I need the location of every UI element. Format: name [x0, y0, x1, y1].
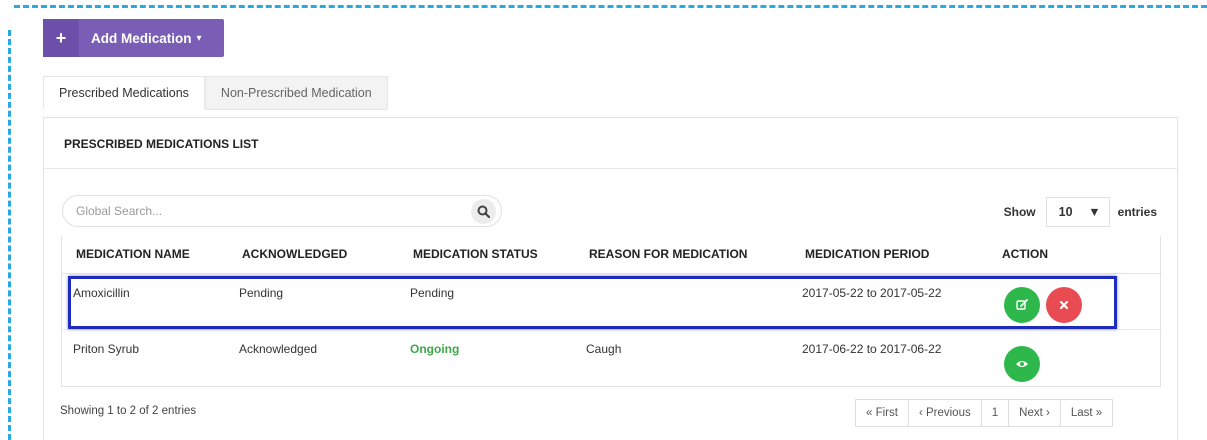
delete-icon	[1060, 300, 1069, 309]
delete-button[interactable]	[1046, 286, 1083, 323]
view-icon	[1016, 360, 1028, 367]
cell-acknowledged: Pending	[228, 273, 399, 330]
view-button[interactable]	[1004, 345, 1040, 382]
header-acknowledged[interactable]: ACKNOWLEDGED	[228, 236, 399, 274]
dashed-frame-top	[14, 5, 1207, 8]
header-medication-name[interactable]: MEDICATION NAME	[62, 236, 228, 274]
cell-actions	[988, 273, 1162, 330]
table-info: Showing 1 to 2 of 2 entries	[60, 405, 197, 417]
header-reason[interactable]: REASON FOR MEDICATION	[575, 236, 791, 274]
header-action: ACTION	[988, 236, 1162, 274]
cell-status: Pending	[399, 273, 575, 330]
select-arrow-icon: ▼	[1088, 205, 1101, 219]
cell-status: Ongoing	[410, 341, 460, 356]
cell-medication-name: Priton Syrub	[73, 341, 140, 356]
entries-length-control: Show 10 ▼ entries	[1004, 197, 1157, 227]
medications-table: MEDICATION NAME ACKNOWLEDGED MEDICATION …	[61, 236, 1162, 387]
table-row: Priton Syrub Acknowledged Ongoing Caugh …	[62, 329, 1162, 386]
tab-prescribed-medications[interactable]: Prescribed Medications	[43, 76, 205, 110]
cell-period: 2017-05-22 to 2017-05-22	[791, 273, 988, 330]
header-medication-period[interactable]: MEDICATION PERIOD	[791, 236, 988, 274]
dashed-frame-left	[8, 30, 11, 440]
table-row: Amoxicillin Pending Pending 2017-05-22 t…	[62, 273, 1162, 330]
edit-icon	[1016, 298, 1028, 310]
page-number-button[interactable]: 1	[980, 399, 1010, 427]
add-medication-label: Add Medication	[91, 30, 192, 46]
entries-label: entries	[1117, 205, 1157, 219]
cell-reason	[575, 273, 791, 330]
page-last-button[interactable]: Last »	[1059, 399, 1114, 427]
header-medication-status[interactable]: MEDICATION STATUS	[399, 236, 575, 274]
search-icon[interactable]	[471, 199, 496, 224]
edit-button[interactable]	[1004, 286, 1040, 323]
panel-title: PRESCRIBED MEDICATIONS LIST	[44, 118, 1177, 169]
entries-select[interactable]: 10 ▼	[1045, 197, 1110, 227]
cell-reason: Caugh	[586, 341, 622, 356]
page-previous-button[interactable]: ‹ Previous	[907, 399, 982, 427]
prescribed-medications-panel: PRESCRIBED MEDICATIONS LIST Show 10 ▼ en…	[43, 117, 1178, 440]
entries-value: 10	[1058, 205, 1073, 219]
pagination: « First ‹ Previous 1 Next › Last »	[855, 399, 1114, 427]
global-search	[62, 195, 502, 227]
plus-icon: +	[43, 19, 79, 57]
cell-acknowledged: Acknowledged	[239, 341, 318, 356]
cell-actions	[988, 329, 1162, 386]
caret-down-icon: ▾	[196, 32, 202, 44]
show-label: Show	[1003, 205, 1036, 219]
cell-medication-name: Amoxicillin	[62, 273, 228, 330]
table-header-row: MEDICATION NAME ACKNOWLEDGED MEDICATION …	[62, 236, 1162, 274]
add-medication-button[interactable]: + Add Medication ▾	[43, 19, 224, 57]
search-input[interactable]	[63, 196, 443, 226]
page-first-button[interactable]: « First	[855, 399, 909, 427]
medication-tabs: Prescribed Medications Non-Prescribed Me…	[43, 76, 388, 110]
cell-period: 2017-06-22 to 2017-06-22	[802, 341, 942, 356]
page-next-button[interactable]: Next ›	[1008, 399, 1061, 427]
tab-non-prescribed-medication[interactable]: Non-Prescribed Medication	[204, 76, 388, 110]
